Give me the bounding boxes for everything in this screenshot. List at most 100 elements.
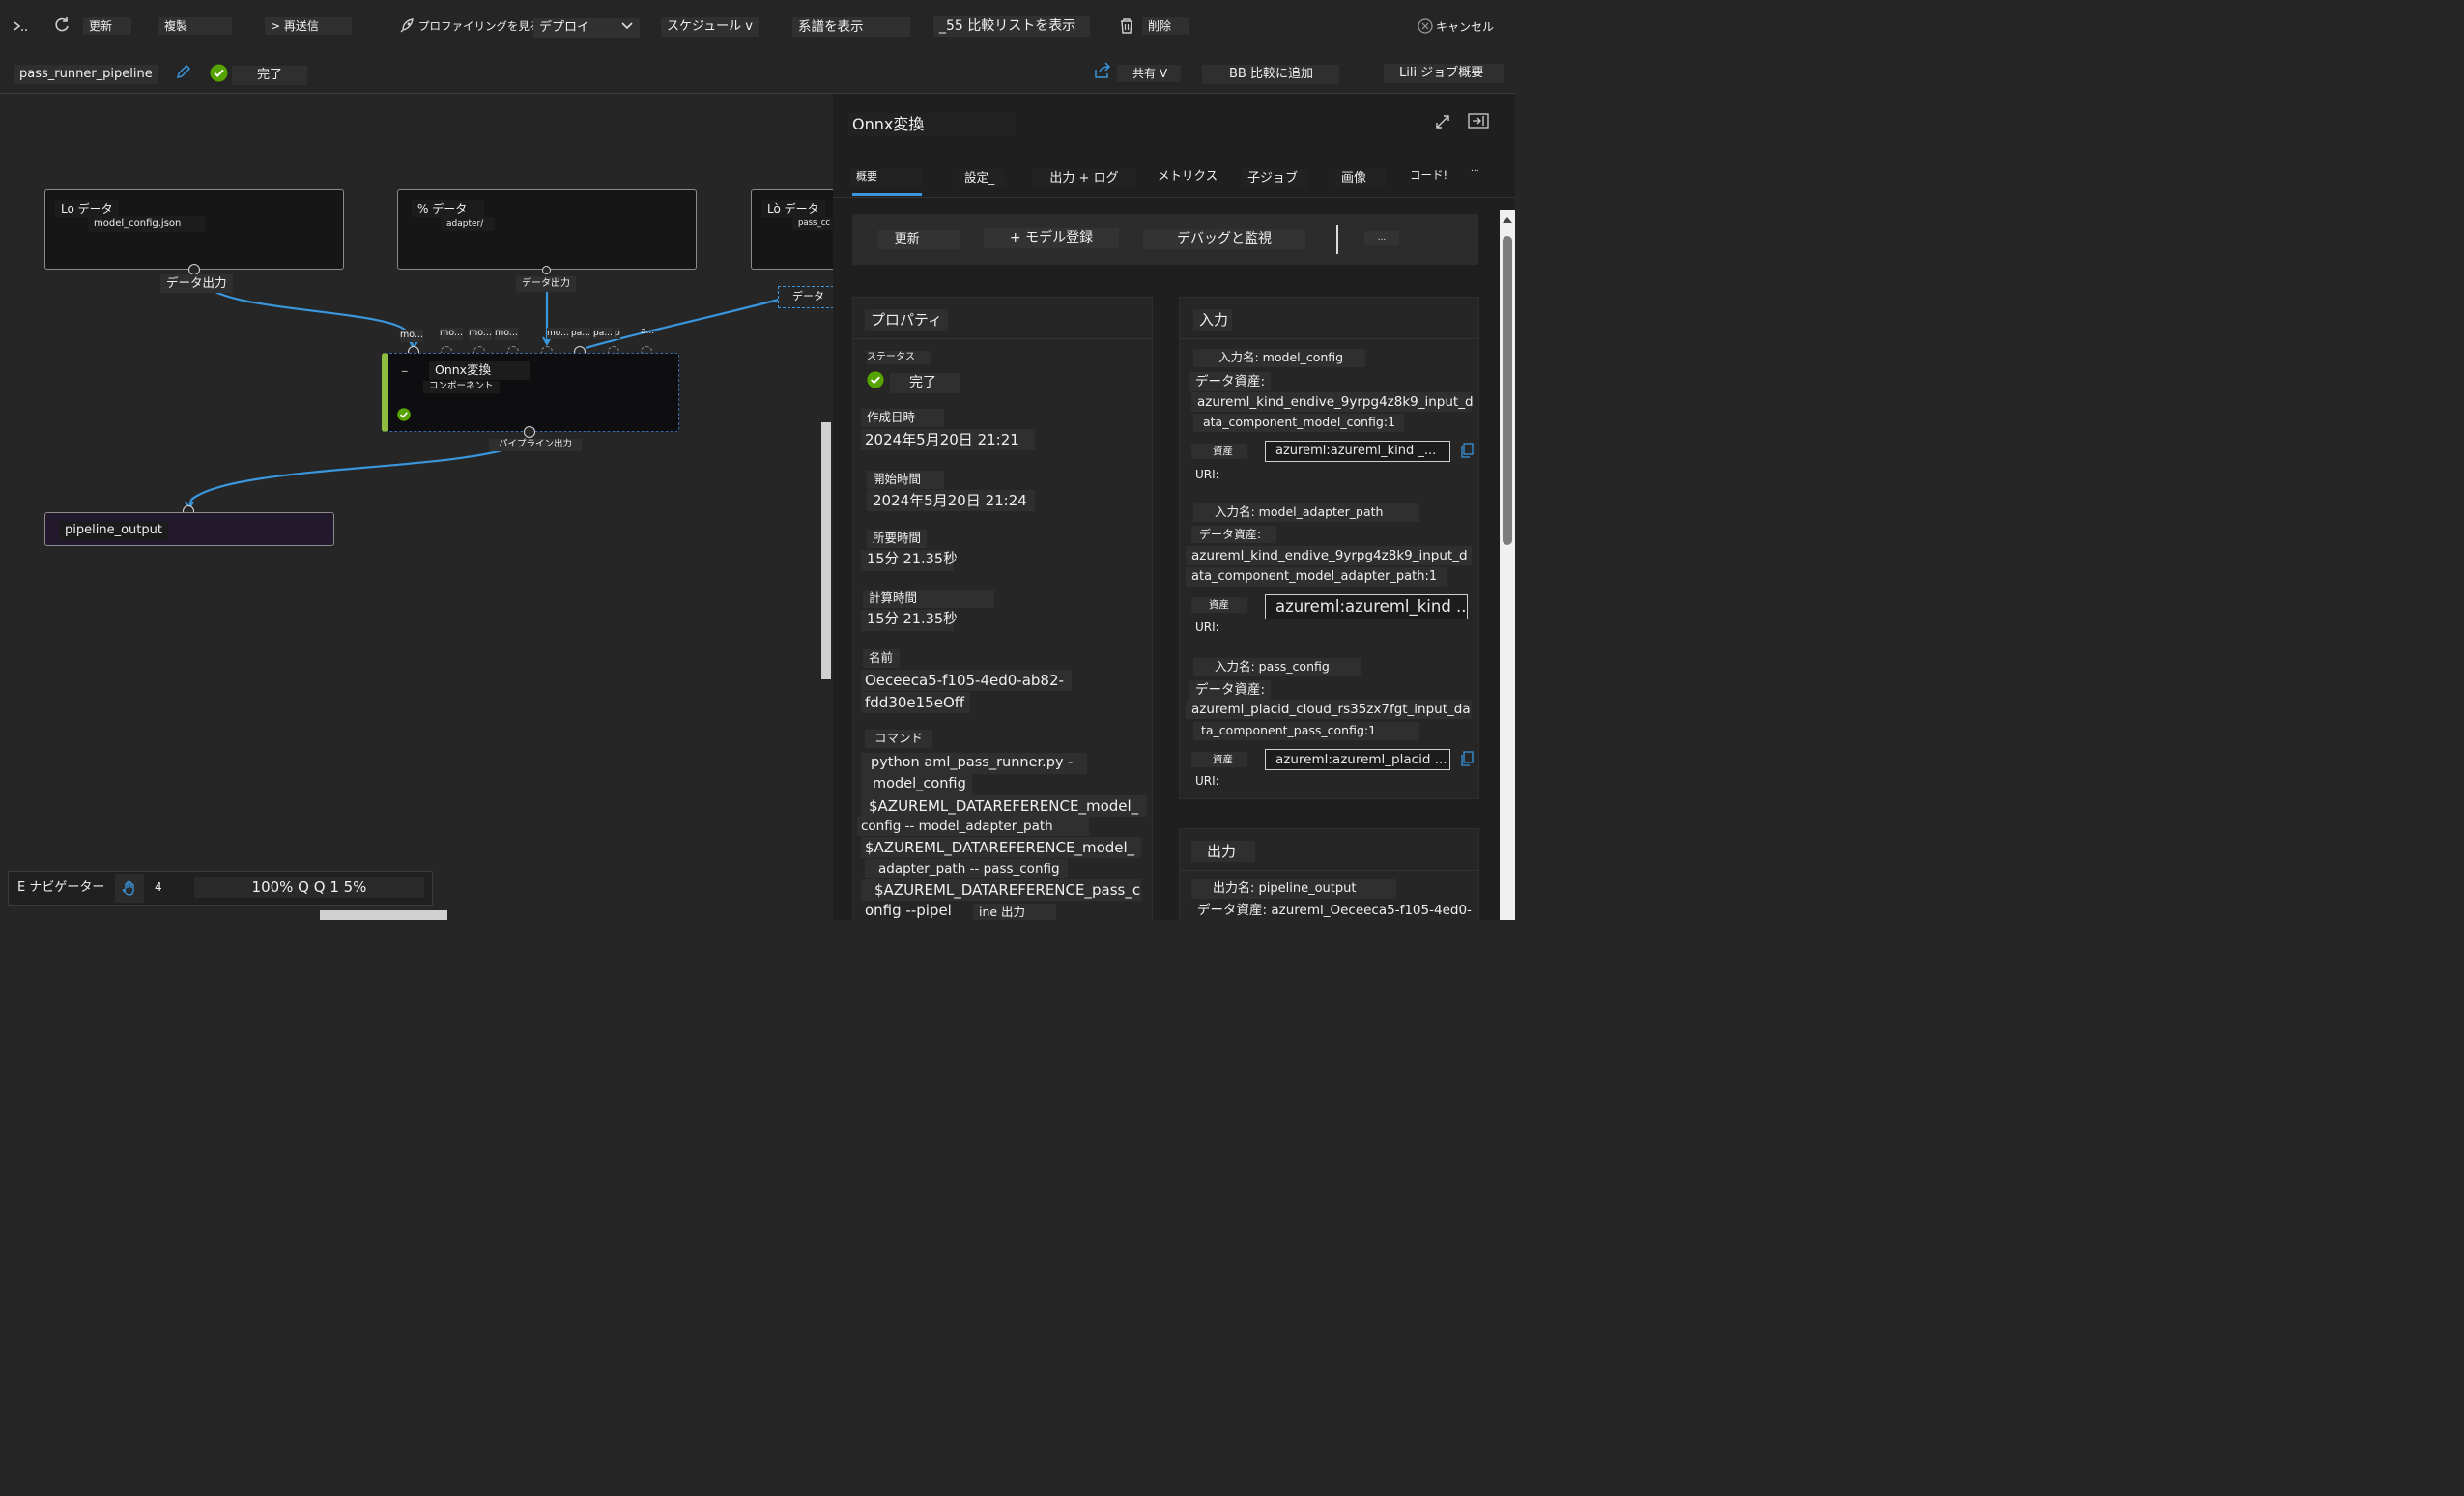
component-node-onnx[interactable]: _ Onnx変換 コンポーネント [382,353,679,432]
status-value: 完了 [890,373,960,393]
data-node-subtitle: adapter/ [441,217,496,232]
properties-card: プロパティ ステータス 完了 作成日時 2024年5月20日 21:21 開始時… [852,297,1153,920]
panel-scrollbar-thumb[interactable] [1503,236,1512,545]
component-subtitle: コンポーネント [423,381,500,393]
input-name: 入力名: pass_config [1193,658,1361,676]
input-asset-uri[interactable]: azureml:azureml_placid ... [1265,749,1450,771]
data-node-subtitle: pass_cc [792,217,833,231]
more-actions-button[interactable]: ... [1364,231,1399,245]
job-overview-button[interactable]: Lili ジョブ概要 [1384,64,1504,83]
refresh-icon[interactable] [51,14,72,36]
resubmit-button[interactable]: > 再送信 [265,17,352,36]
pipeline-canvas[interactable]: Lo データ model_config.json データ出力 % データ ada… [0,94,833,920]
cancel-button[interactable]: キャンセル [1436,19,1494,35]
debug-monitor-button[interactable]: デバッグと監視 [1143,229,1305,249]
status-success-icon [209,63,228,82]
input-data-asset: ata_component_model_config:1 [1193,414,1404,432]
data-node-title: Lò データ [761,200,825,218]
compute-time-value: 15分 21.35秒 [861,610,958,631]
delete-icon[interactable] [1117,15,1136,37]
run-status: 完了 [232,66,307,85]
input-name: 入力名: model_config [1193,349,1365,367]
navigator-button[interactable]: E ナビゲーター [12,878,111,898]
compare-list-button[interactable]: _55 比較リストを表示 [933,16,1090,37]
edit-icon[interactable] [174,62,193,81]
compute-time-label: 計算時間 [863,590,994,608]
input-data-asset: azureml_placid_cloud_rs35zx7fgt_input_da [1186,700,1472,720]
command-line: $AZUREML_DATAREFERENCE_model_ [861,795,1147,818]
port-label: pa... [593,328,613,340]
tab-settings[interactable]: 設定_ [959,169,1005,187]
details-panel: Onnx変換 概要 設定_ 出力 + ログ メトリクス 子ジョブ 画像 コード!… [833,94,1515,920]
input-data-asset-label: データ資産: [1191,526,1276,544]
data-node-model-config[interactable]: Lo データ model_config.json [44,189,344,270]
input-data-asset: azureml_kind_endive_9yrpg4z8k9_input_d [1191,392,1474,413]
canvas-horizontal-scrollbar[interactable] [320,910,447,920]
share-icon[interactable] [1092,61,1113,80]
component-prefix: _ [402,360,408,372]
data-node-output-port[interactable] [542,266,551,274]
command-line: $AZUREML_DATAREFERENCE_model_ [861,837,1141,859]
input-data-asset: azureml_kind_endive_9yrpg4z8k9_input_d [1186,546,1472,566]
input-data-asset: ata_component_model_adapter_path:1 [1186,567,1447,587]
input-asset-uri-label: 資産 [1191,444,1247,460]
share-button[interactable]: 共有 V [1117,65,1181,83]
close-panel-icon[interactable] [1467,111,1490,130]
outputs-card: 出力 出力名: pipeline_output データ資産: azureml_O… [1179,828,1479,920]
expand-icon[interactable] [1434,113,1451,130]
output-data-asset: データ資産: azureml_Oeceeca5-f105-4ed0- [1197,903,1472,918]
tab-outputs-logs[interactable]: 出力 + ログ [1032,169,1136,188]
inputs-heading: 入力 [1193,309,1232,331]
port-label: mo... [400,330,423,342]
cancel-icon[interactable] [1417,17,1434,35]
command-bar: 更新 複製 > 再送信 プロファイリングを見る デプロイ スケジュール v 系譜… [0,0,1515,52]
tab-code[interactable]: コード! [1410,168,1447,184]
created-label: 作成日時 [861,409,944,427]
chevron-down-icon[interactable] [618,17,636,35]
data-node-output-label: データ出力 [160,274,233,293]
view-lineage-button[interactable]: 系譜を表示 [792,17,910,38]
schedule-button[interactable]: スケジュール v [661,17,759,37]
input-asset-uri-label: URI: [1195,620,1219,634]
zoom-controls[interactable]: 100% Q Q 1 5% [194,877,424,899]
input-asset-uri-label: URI: [1195,468,1219,481]
tab-metrics[interactable]: メトリクス [1158,168,1218,185]
port-label: pa... [571,328,590,340]
name-value-line2: fdd30e15eOff [861,692,971,714]
name-label: 名前 [863,649,900,668]
delete-button[interactable]: 削除 [1142,17,1189,36]
data-node-pass-config[interactable]: Lò データ pass_cc [751,189,833,270]
tab-overview[interactable]: 概要 [850,169,922,186]
canvas-scrollbar[interactable] [821,422,831,679]
register-model-button[interactable]: + モデル登録 [984,228,1119,248]
profiling-button[interactable]: プロファイリングを見る [418,19,541,35]
data-node-subtitle: model_config.json [88,216,207,232]
command-line: onfig --pipel [865,902,952,919]
input-data-asset-label: データ資産: [1189,372,1272,392]
refresh-action-button[interactable]: _ 更新 [878,230,960,249]
data-node-adapter[interactable]: % データ adapter/ [397,189,697,270]
clone-button[interactable]: 複製 [158,17,232,36]
component-output-port[interactable] [524,426,535,438]
tab-child-jobs[interactable]: 子ジョブ [1242,169,1307,188]
port-label: mo... [495,328,518,340]
add-to-compare-button[interactable]: BB 比較に追加 [1202,65,1339,84]
copy-icon[interactable] [1460,751,1474,766]
start-time-value: 2024年5月20日 21:24 [867,490,1035,512]
input-asset-uri[interactable]: azureml:azureml_kind _... [1265,441,1450,462]
pipeline-name: pass_runner_pipeline [14,65,158,84]
pipeline-output-node[interactable]: pipeline_output [44,512,334,546]
input-asset-uri[interactable]: azureml:azureml_kind ... [1265,594,1468,619]
data-node-title: Lo データ [55,200,119,218]
expand-sidebar-icon[interactable] [10,15,31,37]
tab-images[interactable]: 画像 [1335,169,1386,188]
copy-icon[interactable] [1460,443,1474,458]
panel-scrollbar-track[interactable] [1500,210,1515,920]
port-label: mo... [547,328,569,340]
refresh-button[interactable]: 更新 [83,17,131,36]
run-header: pass_runner_pipeline 完了 共有 V BB 比較に追加 Li… [0,52,1515,94]
hand-pan-icon[interactable] [115,874,144,903]
active-tab-underline [852,193,922,196]
tab-more[interactable]: ... [1471,163,1479,175]
port-label: mo... [469,328,492,340]
